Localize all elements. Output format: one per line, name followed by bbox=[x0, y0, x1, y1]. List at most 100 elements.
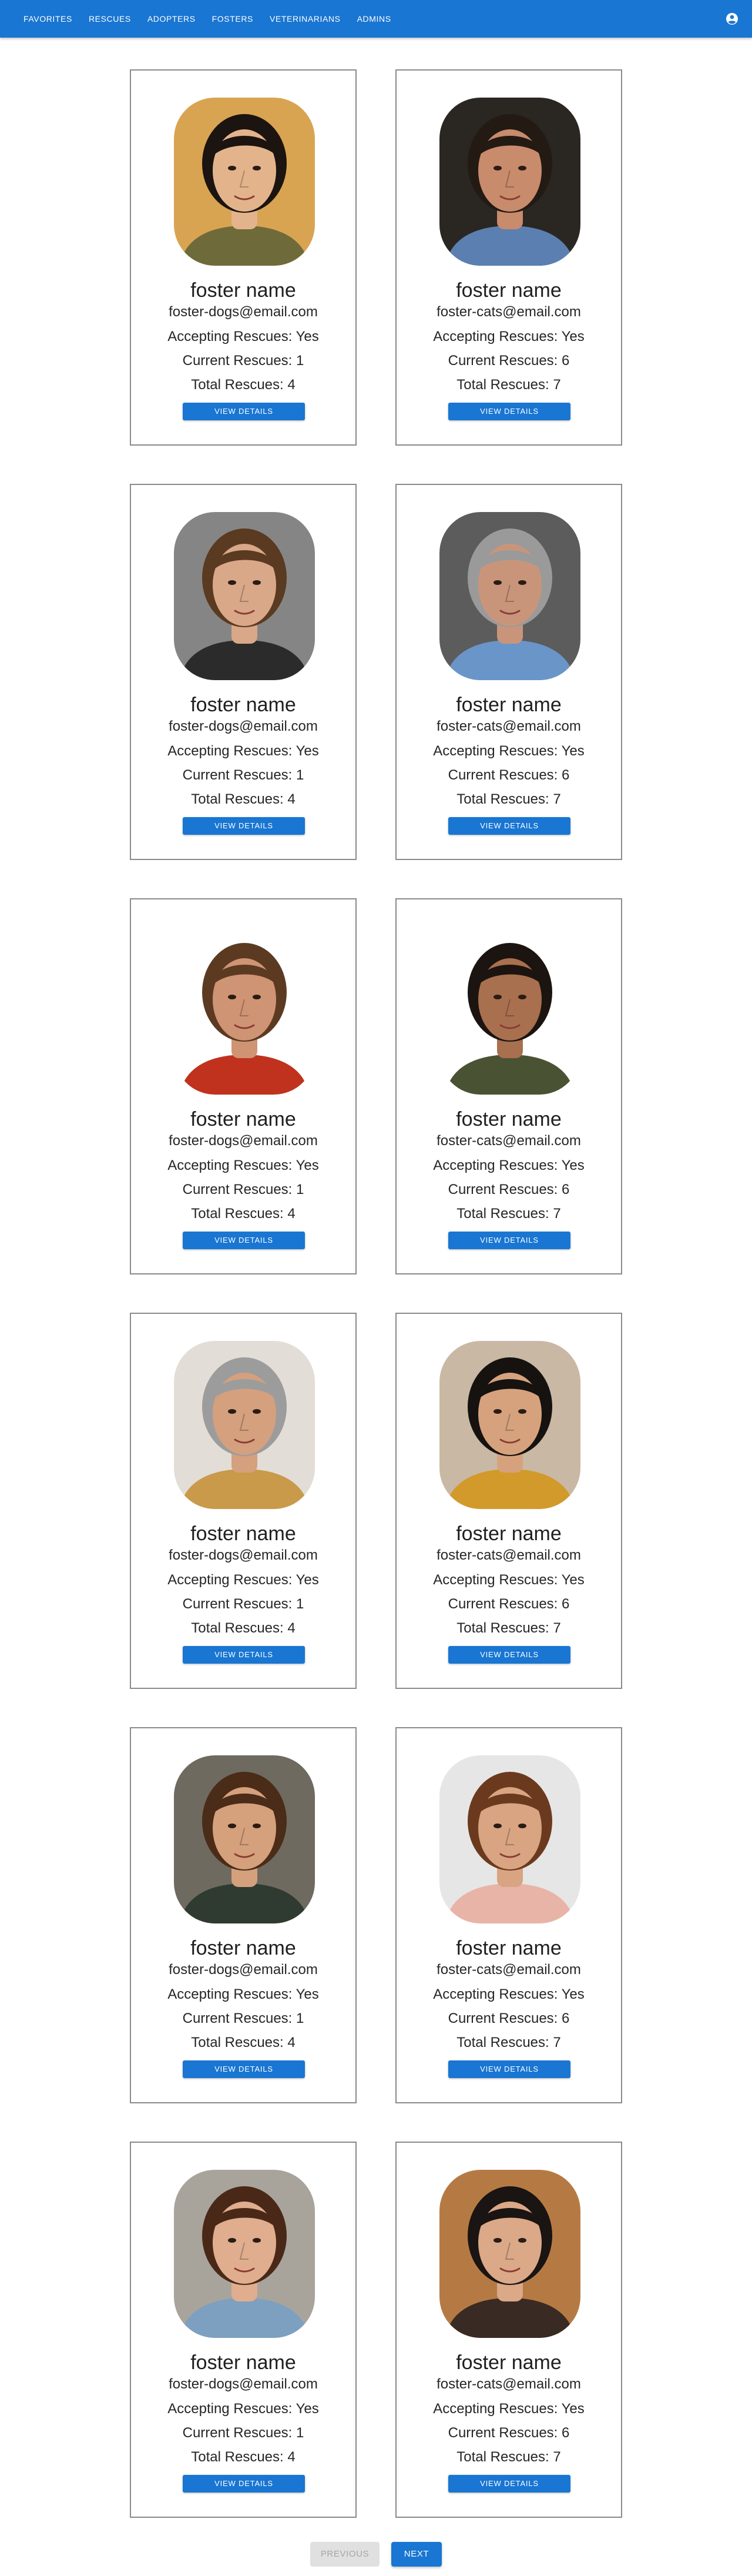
foster-card: foster name foster-cats@email.com Acceptin… bbox=[395, 69, 622, 446]
foster-card: foster name foster-dogs@email.com Acceptin… bbox=[130, 484, 357, 860]
foster-email: foster-cats@email.com bbox=[437, 2376, 581, 2392]
total-rescues: Total Rescues: 7 bbox=[456, 2035, 561, 2050]
foster-name: foster name bbox=[190, 1937, 296, 1959]
foster-photo bbox=[174, 1341, 315, 1509]
foster-name: foster name bbox=[190, 2351, 296, 2374]
view-details-button[interactable]: VIEW DETAILS bbox=[183, 2475, 305, 2493]
accepting-rescues: Accepting Rescues: Yes bbox=[433, 1986, 585, 2002]
view-details-button[interactable]: VIEW DETAILS bbox=[183, 403, 305, 420]
view-details-button[interactable]: VIEW DETAILS bbox=[448, 817, 570, 835]
total-rescues: Total Rescues: 4 bbox=[191, 377, 296, 393]
foster-card: foster name foster-dogs@email.com Acceptin… bbox=[130, 1313, 357, 1689]
total-rescues: Total Rescues: 7 bbox=[456, 1620, 561, 1636]
accepting-rescues: Accepting Rescues: Yes bbox=[433, 329, 585, 344]
total-rescues: Total Rescues: 7 bbox=[456, 377, 561, 393]
foster-name: foster name bbox=[456, 2351, 562, 2374]
view-details-button[interactable]: VIEW DETAILS bbox=[183, 817, 305, 835]
total-rescues: Total Rescues: 4 bbox=[191, 1206, 296, 1222]
foster-name: foster name bbox=[456, 694, 562, 716]
foster-name: foster name bbox=[190, 1108, 296, 1130]
foster-name: foster name bbox=[456, 1937, 562, 1959]
view-details-button[interactable]: VIEW DETAILS bbox=[448, 2475, 570, 2493]
total-rescues: Total Rescues: 4 bbox=[191, 791, 296, 807]
nav-item-fosters[interactable]: FOSTERS bbox=[204, 8, 261, 29]
foster-photo bbox=[174, 926, 315, 1095]
foster-card: foster name foster-cats@email.com Acceptin… bbox=[395, 898, 622, 1274]
foster-email: foster-dogs@email.com bbox=[169, 718, 318, 734]
current-rescues: Current Rescues: 1 bbox=[182, 353, 304, 369]
view-details-button[interactable]: VIEW DETAILS bbox=[183, 1646, 305, 1664]
foster-email: foster-dogs@email.com bbox=[169, 304, 318, 320]
foster-card: foster name foster-dogs@email.com Acceptin… bbox=[130, 1727, 357, 2103]
view-details-button[interactable]: VIEW DETAILS bbox=[448, 403, 570, 420]
foster-photo bbox=[439, 2170, 580, 2338]
current-rescues: Current Rescues: 6 bbox=[448, 2425, 570, 2441]
accepting-rescues: Accepting Rescues: Yes bbox=[167, 743, 319, 759]
foster-email: foster-cats@email.com bbox=[437, 304, 581, 320]
foster-photo bbox=[439, 512, 580, 680]
foster-card: foster name foster-dogs@email.com Acceptin… bbox=[130, 898, 357, 1274]
nav-bar: FAVORITES RESCUES ADOPTERS FOSTERS VETER… bbox=[15, 0, 400, 38]
foster-email: foster-cats@email.com bbox=[437, 1547, 581, 1563]
view-details-button[interactable]: VIEW DETAILS bbox=[448, 1232, 570, 1249]
total-rescues: Total Rescues: 4 bbox=[191, 1620, 296, 1636]
total-rescues: Total Rescues: 7 bbox=[456, 1206, 561, 1222]
current-rescues: Current Rescues: 1 bbox=[182, 1182, 304, 1197]
foster-photo bbox=[174, 512, 315, 680]
foster-photo bbox=[439, 1755, 580, 1923]
foster-card: foster name foster-cats@email.com Acceptin… bbox=[395, 484, 622, 860]
view-details-button[interactable]: VIEW DETAILS bbox=[183, 2060, 305, 2078]
view-details-button[interactable]: VIEW DETAILS bbox=[448, 2060, 570, 2078]
total-rescues: Total Rescues: 7 bbox=[456, 791, 561, 807]
accepting-rescues: Accepting Rescues: Yes bbox=[167, 1572, 319, 1588]
app-bar: FAVORITES RESCUES ADOPTERS FOSTERS VETER… bbox=[0, 0, 752, 38]
nav-item-favorites[interactable]: FAVORITES bbox=[15, 8, 80, 29]
current-rescues: Current Rescues: 6 bbox=[448, 2010, 570, 2026]
current-rescues: Current Rescues: 6 bbox=[448, 767, 570, 783]
foster-email: foster-cats@email.com bbox=[437, 718, 581, 734]
foster-email: foster-cats@email.com bbox=[437, 1133, 581, 1149]
current-rescues: Current Rescues: 1 bbox=[182, 767, 304, 783]
foster-name: foster name bbox=[190, 1523, 296, 1545]
next-button[interactable]: NEXT bbox=[391, 2542, 442, 2567]
total-rescues: Total Rescues: 4 bbox=[191, 2449, 296, 2465]
foster-photo bbox=[174, 98, 315, 266]
foster-email: foster-cats@email.com bbox=[437, 1962, 581, 1978]
current-rescues: Current Rescues: 1 bbox=[182, 2010, 304, 2026]
accepting-rescues: Accepting Rescues: Yes bbox=[433, 1157, 585, 1173]
foster-photo bbox=[174, 2170, 315, 2338]
total-rescues: Total Rescues: 7 bbox=[456, 2449, 561, 2465]
foster-photo bbox=[439, 98, 580, 266]
current-rescues: Current Rescues: 6 bbox=[448, 1596, 570, 1612]
current-rescues: Current Rescues: 1 bbox=[182, 1596, 304, 1612]
foster-email: foster-dogs@email.com bbox=[169, 1547, 318, 1563]
foster-card: foster name foster-cats@email.com Acceptin… bbox=[395, 1727, 622, 2103]
account-circle-icon[interactable] bbox=[725, 12, 739, 26]
accepting-rescues: Accepting Rescues: Yes bbox=[433, 2401, 585, 2417]
foster-photo bbox=[174, 1755, 315, 1923]
nav-item-adopters[interactable]: ADOPTERS bbox=[139, 8, 204, 29]
foster-email: foster-dogs@email.com bbox=[169, 1133, 318, 1149]
accepting-rescues: Accepting Rescues: Yes bbox=[167, 2401, 319, 2417]
foster-card: foster name foster-dogs@email.com Acceptin… bbox=[130, 2142, 357, 2518]
view-details-button[interactable]: VIEW DETAILS bbox=[448, 1646, 570, 1664]
current-rescues: Current Rescues: 1 bbox=[182, 2425, 304, 2441]
nav-item-rescues[interactable]: RESCUES bbox=[80, 8, 139, 29]
current-rescues: Current Rescues: 6 bbox=[448, 353, 570, 369]
foster-name: foster name bbox=[190, 694, 296, 716]
view-details-button[interactable]: VIEW DETAILS bbox=[183, 1232, 305, 1249]
nav-item-veterinarians[interactable]: VETERINARIANS bbox=[261, 8, 349, 29]
accepting-rescues: Accepting Rescues: Yes bbox=[433, 743, 585, 759]
previous-button[interactable]: PREVIOUS bbox=[310, 2542, 380, 2567]
foster-email: foster-dogs@email.com bbox=[169, 2376, 318, 2392]
nav-item-admins[interactable]: ADMINS bbox=[349, 8, 400, 29]
foster-photo bbox=[439, 1341, 580, 1509]
total-rescues: Total Rescues: 4 bbox=[191, 2035, 296, 2050]
foster-card: foster name foster-dogs@email.com Acceptin… bbox=[130, 69, 357, 446]
accepting-rescues: Accepting Rescues: Yes bbox=[433, 1572, 585, 1588]
foster-name: foster name bbox=[456, 1523, 562, 1545]
pagination: PREVIOUS NEXT bbox=[0, 2542, 752, 2567]
foster-name: foster name bbox=[190, 279, 296, 302]
foster-card: foster name foster-cats@email.com Acceptin… bbox=[395, 1313, 622, 1689]
foster-name: foster name bbox=[456, 1108, 562, 1130]
